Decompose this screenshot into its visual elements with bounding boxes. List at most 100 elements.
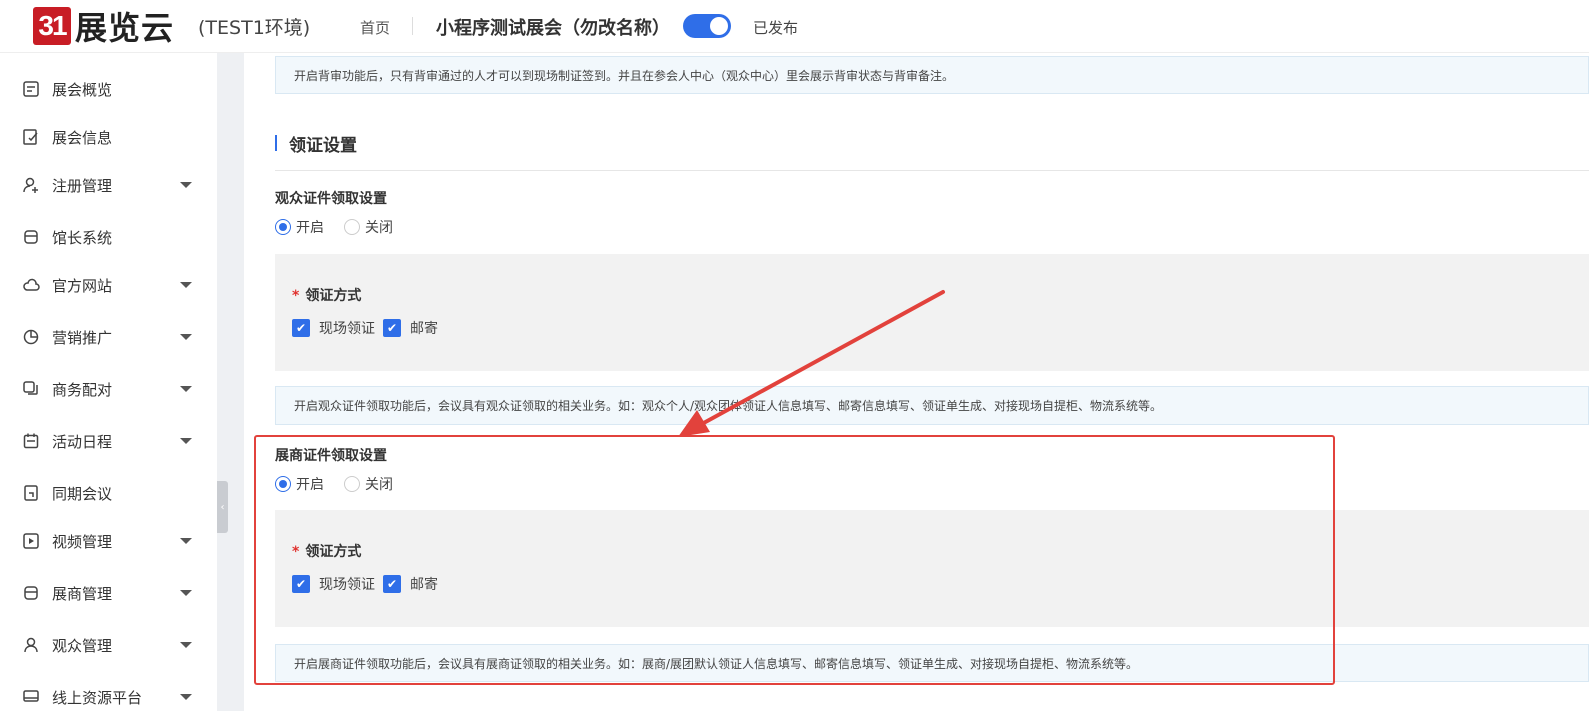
visitor-badge-on-radio[interactable]: 开启 bbox=[275, 217, 324, 237]
sidebar-gutter bbox=[217, 53, 244, 711]
user-add-icon bbox=[23, 177, 38, 193]
required-star-icon: * bbox=[292, 544, 300, 560]
sidebar-item-label: 线上资源平台 bbox=[52, 688, 143, 707]
checkbox-label: 现场领证 bbox=[319, 321, 375, 337]
radio-label: 关闭 bbox=[365, 220, 393, 236]
sidebar-item-matchmaking[interactable]: 商务配对 bbox=[0, 369, 217, 409]
sidebar-item-label: 营销推广 bbox=[52, 328, 113, 347]
sidebar-item-exhibitors[interactable]: 展商管理 bbox=[0, 573, 217, 613]
sidebar-item-registration[interactable]: 注册管理 bbox=[0, 165, 217, 205]
section-divider bbox=[275, 170, 1589, 171]
exhibitor-onsite-checkbox[interactable]: ✔ 现场领证 bbox=[292, 574, 375, 594]
checkmark-icon: ✔ bbox=[383, 319, 401, 337]
pie-chart-icon bbox=[23, 329, 39, 345]
required-star-icon: * bbox=[292, 288, 300, 304]
exhibitor-badge-off-radio[interactable]: 关闭 bbox=[344, 474, 393, 494]
sidebar-item-label: 注册管理 bbox=[52, 176, 113, 195]
home-link[interactable]: 首页 bbox=[360, 17, 390, 38]
radio-dot bbox=[344, 219, 360, 235]
radio-dot bbox=[275, 219, 291, 235]
section-header: 领证设置 bbox=[275, 132, 357, 156]
copy-icon bbox=[23, 381, 38, 395]
checkmark-icon: ✔ bbox=[292, 319, 310, 337]
chevron-down-icon bbox=[180, 694, 192, 700]
store-icon bbox=[24, 586, 38, 600]
collapse-sidebar-handle[interactable]: ‹ bbox=[217, 481, 228, 533]
sidebar-item-schedule[interactable]: 活动日程 bbox=[0, 421, 217, 461]
sidebar-item-label: 官方网站 bbox=[52, 276, 113, 295]
section-accent-bar bbox=[275, 135, 277, 151]
sidebar-item-curator[interactable]: 馆长系统 bbox=[0, 217, 217, 257]
method-label-text: 领证方式 bbox=[305, 544, 362, 560]
chevron-down-icon bbox=[180, 182, 192, 188]
edit-document-icon bbox=[23, 129, 38, 145]
sidebar-item-label: 馆长系统 bbox=[52, 228, 113, 247]
exhibitor-method-panel: * 领证方式 ✔ 现场领证 ✔ 邮寄 bbox=[275, 510, 1589, 627]
exhibitor-mail-checkbox[interactable]: ✔ 邮寄 bbox=[383, 574, 438, 594]
exhibitor-badge-on-radio[interactable]: 开启 bbox=[275, 474, 324, 494]
toggle-knob bbox=[710, 17, 728, 35]
sidebar-item-label: 商务配对 bbox=[52, 380, 113, 399]
sidebar-item-video[interactable]: 视频管理 bbox=[0, 521, 217, 561]
sidebar-item-label: 观众管理 bbox=[52, 636, 113, 655]
exhibitor-badge-title: 展商证件领取设置 bbox=[275, 448, 387, 464]
visitor-badge-off-radio[interactable]: 关闭 bbox=[344, 217, 393, 237]
sidebar-item-marketing[interactable]: 营销推广 bbox=[0, 317, 217, 357]
video-icon bbox=[23, 533, 39, 549]
sidebar-item-label: 活动日程 bbox=[52, 432, 113, 451]
monitor-icon bbox=[23, 690, 39, 702]
publish-toggle[interactable] bbox=[683, 14, 731, 38]
exhibitor-badge-tip: 开启展商证件领取功能后，会议具有展商证领取的相关业务。如：展商/展团默认领证人信… bbox=[275, 644, 1589, 682]
sidebar-item-label: 展会信息 bbox=[52, 128, 113, 147]
checkbox-label: 邮寄 bbox=[410, 577, 438, 593]
sidebar-item-label: 视频管理 bbox=[52, 532, 113, 551]
sidebar-item-conference[interactable]: 同期会议 bbox=[0, 473, 217, 513]
chevron-down-icon bbox=[180, 282, 192, 288]
radio-dot bbox=[275, 476, 291, 492]
cloud-icon bbox=[23, 278, 40, 291]
user-icon bbox=[24, 637, 38, 653]
background-check-tip: 开启背审功能后，只有背审通过的人才可以到现场制证签到。并且在参会人中心（观众中心… bbox=[275, 56, 1589, 94]
chevron-down-icon bbox=[180, 334, 192, 340]
logo-mark: 31 bbox=[33, 7, 71, 45]
sidebar-item-label: 展商管理 bbox=[52, 584, 113, 603]
sidebar-item-website[interactable]: 官方网站 bbox=[0, 265, 217, 305]
section-title: 领证设置 bbox=[289, 135, 357, 156]
visitor-method-label: * 领证方式 bbox=[292, 285, 361, 305]
radio-label: 开启 bbox=[296, 220, 324, 236]
brand-logo[interactable]: 31 展览云 bbox=[33, 6, 174, 47]
exhibitor-method-label: * 领证方式 bbox=[292, 541, 361, 561]
expo-title: 小程序测试展会（勿改名称） bbox=[436, 18, 670, 39]
radio-dot bbox=[344, 476, 360, 492]
sidebar-item-online-resources[interactable]: 线上资源平台 bbox=[0, 677, 217, 717]
visitor-onsite-checkbox[interactable]: ✔ 现场领证 bbox=[292, 318, 375, 338]
store-icon bbox=[24, 230, 38, 244]
overview-icon bbox=[23, 81, 39, 97]
visitor-badge-title: 观众证件领取设置 bbox=[275, 191, 387, 207]
bookmark-icon bbox=[24, 485, 38, 501]
header-divider bbox=[412, 17, 413, 35]
sidebar-item-label: 展会概览 bbox=[52, 80, 113, 99]
visitor-method-checks: ✔ 现场领证 ✔ 邮寄 bbox=[292, 318, 446, 338]
top-header: 31 展览云 (TEST1环境) 首页 小程序测试展会（勿改名称） 已发布 bbox=[0, 0, 1589, 53]
checkmark-icon: ✔ bbox=[292, 575, 310, 593]
sidebar-item-label: 同期会议 bbox=[52, 484, 113, 503]
visitor-method-panel: * 领证方式 ✔ 现场领证 ✔ 邮寄 bbox=[275, 254, 1589, 371]
visitor-mail-checkbox[interactable]: ✔ 邮寄 bbox=[383, 318, 438, 338]
main-content: 开启背审功能后，只有背审通过的人才可以到现场制证签到。并且在参会人中心（观众中心… bbox=[244, 53, 1589, 711]
checkbox-label: 现场领证 bbox=[319, 577, 375, 593]
exhibitor-method-checks: ✔ 现场领证 ✔ 邮寄 bbox=[292, 574, 446, 594]
checkmark-icon: ✔ bbox=[383, 575, 401, 593]
sidebar-item-expo-info[interactable]: 展会信息 bbox=[0, 117, 217, 157]
calendar-icon bbox=[23, 433, 39, 449]
radio-label: 关闭 bbox=[365, 477, 393, 493]
chevron-down-icon bbox=[180, 386, 192, 392]
visitor-badge-radio-group: 开启 关闭 bbox=[275, 217, 413, 237]
sidebar-item-visitors[interactable]: 观众管理 bbox=[0, 625, 217, 665]
radio-label: 开启 bbox=[296, 477, 324, 493]
chevron-down-icon bbox=[180, 538, 192, 544]
visitor-badge-tip: 开启观众证件领取功能后，会议具有观众证领取的相关业务。如：观众个人/观众团体领证… bbox=[275, 386, 1589, 425]
publish-status: 已发布 bbox=[753, 19, 799, 37]
sidebar-item-overview[interactable]: 展会概览 bbox=[0, 69, 217, 109]
sidebar: 展会概览 展会信息 注册管理 馆长系统 官方网站 营销推广 商务配对 活动日程 … bbox=[0, 53, 217, 711]
